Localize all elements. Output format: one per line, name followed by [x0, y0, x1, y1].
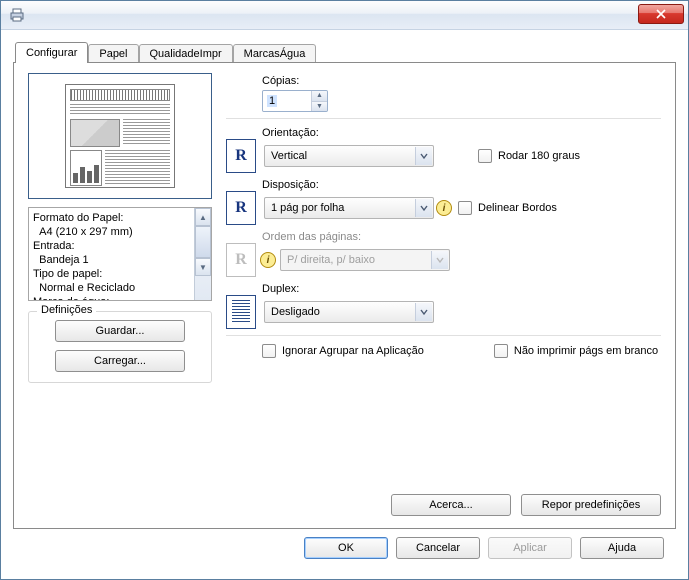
pageorder-value: P/ direita, p/ baixo — [287, 254, 375, 266]
info-line: Entrada: — [33, 239, 190, 253]
tab-configure[interactable]: Configurar — [15, 42, 88, 63]
info-scrollbar[interactable]: ▲ ▼ — [194, 208, 211, 300]
info-line: Normal e Reciclado — [33, 281, 190, 295]
pageorder-icon: R — [226, 243, 256, 277]
titlebar — [1, 1, 688, 30]
close-button[interactable] — [638, 4, 684, 24]
layout-icon: R — [226, 191, 256, 225]
layout-combo[interactable]: 1 pág por folha — [264, 197, 434, 219]
about-button[interactable]: Acerca... — [391, 494, 511, 516]
checkbox-icon — [478, 149, 492, 163]
chevron-down-icon — [431, 251, 448, 269]
scroll-down-icon[interactable]: ▼ — [195, 258, 211, 276]
duplex-combo[interactable]: Desligado — [264, 301, 434, 323]
checkbox-icon — [458, 201, 472, 215]
spin-down-icon[interactable]: ▼ — [311, 102, 327, 112]
orientation-combo[interactable]: Vertical — [264, 145, 434, 167]
printer-icon — [9, 7, 25, 23]
load-settings-button[interactable]: Carregar... — [55, 350, 185, 372]
layout-label: Disposição: — [262, 179, 661, 191]
tab-quality[interactable]: QualidadeImpr — [139, 44, 233, 63]
dialog-footer: OK Cancelar Aplicar Ajuda — [13, 529, 676, 569]
rotate-180-label: Rodar 180 graus — [498, 150, 580, 162]
apply-button: Aplicar — [488, 537, 572, 559]
print-dialog: Configurar Papel QualidadeImpr MarcasÁgu… — [0, 0, 689, 580]
checkbox-icon — [494, 344, 508, 358]
definitions-legend: Definições — [37, 304, 96, 316]
page-preview — [28, 73, 212, 199]
tab-bar: Configurar Papel QualidadeImpr MarcasÁgu… — [15, 40, 676, 62]
tab-paper[interactable]: Papel — [88, 44, 138, 63]
info-icon[interactable]: i — [436, 200, 452, 216]
chevron-down-icon[interactable] — [415, 303, 432, 321]
ignore-collate-checkbox[interactable]: Ignorar Agrupar na Aplicação — [262, 344, 424, 358]
checkbox-icon — [262, 344, 276, 358]
info-line: Tipo de papel: — [33, 267, 190, 281]
info-icon[interactable]: i — [260, 252, 276, 268]
rotate-180-checkbox[interactable]: Rodar 180 graus — [478, 149, 580, 163]
info-line: Formato do Papel: — [33, 211, 190, 225]
pageorder-combo: P/ direita, p/ baixo — [280, 249, 450, 271]
scroll-up-icon[interactable]: ▲ — [195, 208, 211, 226]
ignore-collate-label: Ignorar Agrupar na Aplicação — [282, 345, 424, 357]
chevron-down-icon[interactable] — [415, 147, 432, 165]
orientation-icon: R — [226, 139, 256, 173]
skip-blank-label: Não imprimir págs em branco — [514, 345, 658, 357]
duplex-icon — [226, 295, 256, 329]
help-button[interactable]: Ajuda — [580, 537, 664, 559]
chevron-down-icon[interactable] — [415, 199, 432, 217]
info-line: Marca de água: — [33, 295, 190, 300]
tab-panel: Formato do Papel: A4 (210 x 297 mm) Entr… — [13, 62, 676, 529]
layout-value: 1 pág por folha — [271, 202, 344, 214]
orientation-label: Orientação: — [262, 127, 661, 139]
borders-label: Delinear Bordos — [478, 202, 557, 214]
restore-defaults-button[interactable]: Repor predefinições — [521, 494, 661, 516]
client-area: Configurar Papel QualidadeImpr MarcasÁgu… — [1, 30, 688, 579]
ok-button[interactable]: OK — [304, 537, 388, 559]
pageorder-label: Ordem das páginas: — [262, 231, 661, 243]
spin-up-icon[interactable]: ▲ — [311, 91, 327, 102]
definitions-group: Definições Guardar... Carregar... — [28, 311, 212, 383]
copies-value: 1 — [267, 95, 277, 107]
info-line: A4 (210 x 297 mm) — [33, 225, 190, 239]
duplex-value: Desligado — [271, 306, 320, 318]
copies-spinner[interactable]: 1 ▲▼ — [262, 90, 328, 112]
info-line: Bandeja 1 — [33, 253, 190, 267]
paper-info-box: Formato do Papel: A4 (210 x 297 mm) Entr… — [28, 207, 212, 301]
scroll-thumb[interactable] — [195, 226, 211, 258]
tab-watermark[interactable]: MarcasÁgua — [233, 44, 317, 63]
duplex-label: Duplex: — [262, 283, 661, 295]
borders-checkbox[interactable]: Delinear Bordos — [458, 201, 557, 215]
orientation-value: Vertical — [271, 150, 307, 162]
copies-label: Cópias: — [262, 75, 661, 87]
save-settings-button[interactable]: Guardar... — [55, 320, 185, 342]
cancel-button[interactable]: Cancelar — [396, 537, 480, 559]
skip-blank-checkbox[interactable]: Não imprimir págs em branco — [494, 344, 658, 358]
